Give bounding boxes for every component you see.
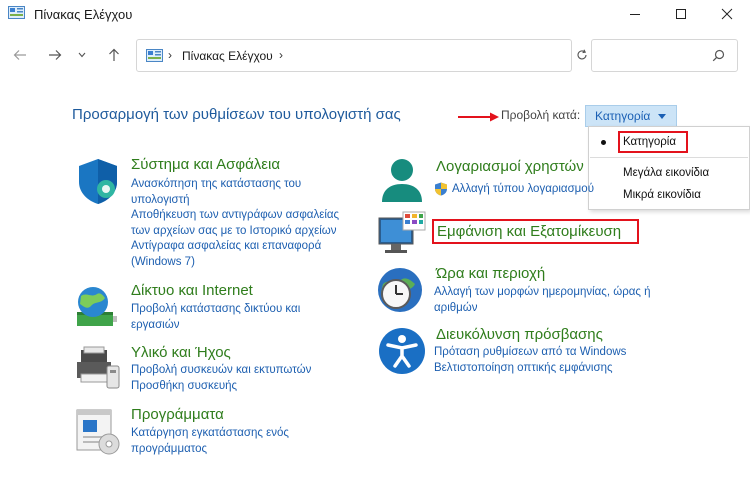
shield-icon[interactable] (73, 156, 123, 206)
ease-links: Πρόταση ρυθμίσεων από τα Windows Βελτιστ… (434, 345, 626, 376)
link-file-history-cont[interactable]: των αρχείων σας με το Ιστορικό αρχείων (131, 224, 339, 240)
link-backup-restore[interactable]: Αντίγραφα ασφαλείας και επαναφορά (131, 239, 339, 255)
control-panel-icon (8, 6, 25, 20)
user-accounts-title[interactable]: Λογαριασμοί χρηστών (436, 158, 584, 175)
breadcrumb-separator-icon: › (168, 48, 172, 62)
user-accounts-icon[interactable] (377, 156, 427, 206)
window-title: Πίνακας Ελέγχου (34, 7, 133, 22)
hardware-links: Προβολή συσκευών και εκτυπωτών Προσθήκη … (131, 363, 311, 394)
clock-globe-icon[interactable] (375, 264, 425, 314)
link-uninstall-program-cont[interactable]: προγράμματος (131, 442, 289, 458)
system-security-title[interactable]: Σύστημα και Ασφάλεια (131, 156, 280, 173)
link-change-formats-cont[interactable]: αριθμών (434, 301, 651, 317)
uac-shield-icon (434, 182, 448, 196)
menu-item-large-icons[interactable]: Μεγάλα εικονίδια (623, 167, 709, 179)
address-control-panel-icon (146, 49, 163, 68)
search-input[interactable] (591, 39, 738, 72)
maximize-button[interactable] (658, 0, 704, 28)
dropdown-caret-icon (658, 113, 667, 119)
link-file-history[interactable]: Αποθήκευση των αντιγράφων ασφαλείας (131, 208, 339, 224)
network-globe-icon[interactable] (73, 282, 123, 332)
link-change-account-type[interactable]: Αλλαγή τύπου λογαριασμού (452, 182, 594, 198)
link-add-device[interactable]: Προσθήκη συσκευής (131, 379, 311, 395)
link-backup-restore-cont[interactable]: (Windows 7) (131, 255, 339, 271)
search-icon (712, 49, 725, 67)
menu-separator (590, 157, 748, 158)
hardware-sound-title[interactable]: Υλικό και Ήχος (131, 344, 231, 361)
link-review-status[interactable]: Ανασκόπηση της κατάστασης του (131, 177, 339, 193)
title-bar: Πίνακας Ελέγχου (0, 0, 750, 30)
view-by-value: Κατηγορία (595, 109, 651, 123)
close-button[interactable] (704, 0, 750, 28)
clock-links: Αλλαγή των μορφών ημερομηνίας, ώρας ή αρ… (434, 285, 651, 316)
programs-icon[interactable] (73, 406, 123, 456)
view-by-label: Προβολή κατά: (501, 108, 581, 122)
page-title: Προσαρμογή των ρυθμίσεων του υπολογιστή … (72, 106, 401, 123)
address-bar[interactable]: › Πίνακας Ελέγχου › (136, 39, 572, 72)
link-uninstall-program[interactable]: Κατάργηση εγκατάστασης ενός (131, 426, 289, 442)
breadcrumb[interactable]: Πίνακας Ελέγχου (182, 49, 273, 63)
system-security-links: Ανασκόπηση της κατάστασης του υπολογιστή… (131, 177, 339, 270)
link-review-status-cont[interactable]: υπολογιστή (131, 193, 339, 209)
programs-links: Κατάργηση εγκατάστασης ενός προγράμματος (131, 426, 289, 457)
link-network-status[interactable]: Προβολή κατάστασης δικτύου και (131, 302, 300, 318)
link-optimize-display[interactable]: Βελτιστοποίηση οπτικής εμφάνισης (434, 361, 626, 377)
network-internet-title[interactable]: Δίκτυο και Internet (131, 282, 253, 299)
link-windows-suggest[interactable]: Πρόταση ρυθμίσεων από τα Windows (434, 345, 626, 361)
link-devices-printers[interactable]: Προβολή συσκευών και εκτυπωτών (131, 363, 311, 379)
forward-arrow-icon[interactable] (44, 44, 66, 66)
menu-item-category[interactable]: Κατηγορία (623, 136, 676, 148)
clock-region-title[interactable]: Ώρα και περιοχή (436, 265, 545, 282)
appearance-personalization-title[interactable]: Εμφάνιση και Εξατομίκευση (437, 223, 621, 240)
link-change-formats[interactable]: Αλλαγή των μορφών ημερομηνίας, ώρας ή (434, 285, 651, 301)
programs-title[interactable]: Προγράμματα (131, 406, 224, 423)
view-by-menu: Κατηγορία Μεγάλα εικονίδια Μικρά εικονίδ… (588, 126, 750, 210)
up-arrow-icon[interactable] (103, 44, 125, 66)
appearance-monitor-icon[interactable] (377, 210, 427, 260)
breadcrumb-chevron-icon[interactable]: › (279, 48, 283, 62)
view-by-dropdown[interactable]: Κατηγορία (585, 105, 677, 127)
red-arrow-annotation (458, 109, 500, 127)
refresh-icon[interactable] (574, 46, 590, 64)
ease-of-access-title[interactable]: Διευκόλυνση πρόσβασης (436, 326, 603, 343)
network-links: Προβολή κατάστασης δικτύου και εργασιών (131, 302, 300, 333)
minimize-button[interactable] (612, 0, 658, 28)
menu-item-small-icons[interactable]: Μικρά εικονίδια (623, 189, 701, 201)
selected-bullet-icon (601, 140, 606, 145)
back-arrow-icon[interactable] (9, 44, 31, 66)
accessibility-icon[interactable] (377, 326, 427, 376)
recent-locations-chevron-icon[interactable] (74, 44, 90, 66)
link-network-status-cont[interactable]: εργασιών (131, 318, 300, 334)
printer-icon[interactable] (73, 344, 123, 394)
